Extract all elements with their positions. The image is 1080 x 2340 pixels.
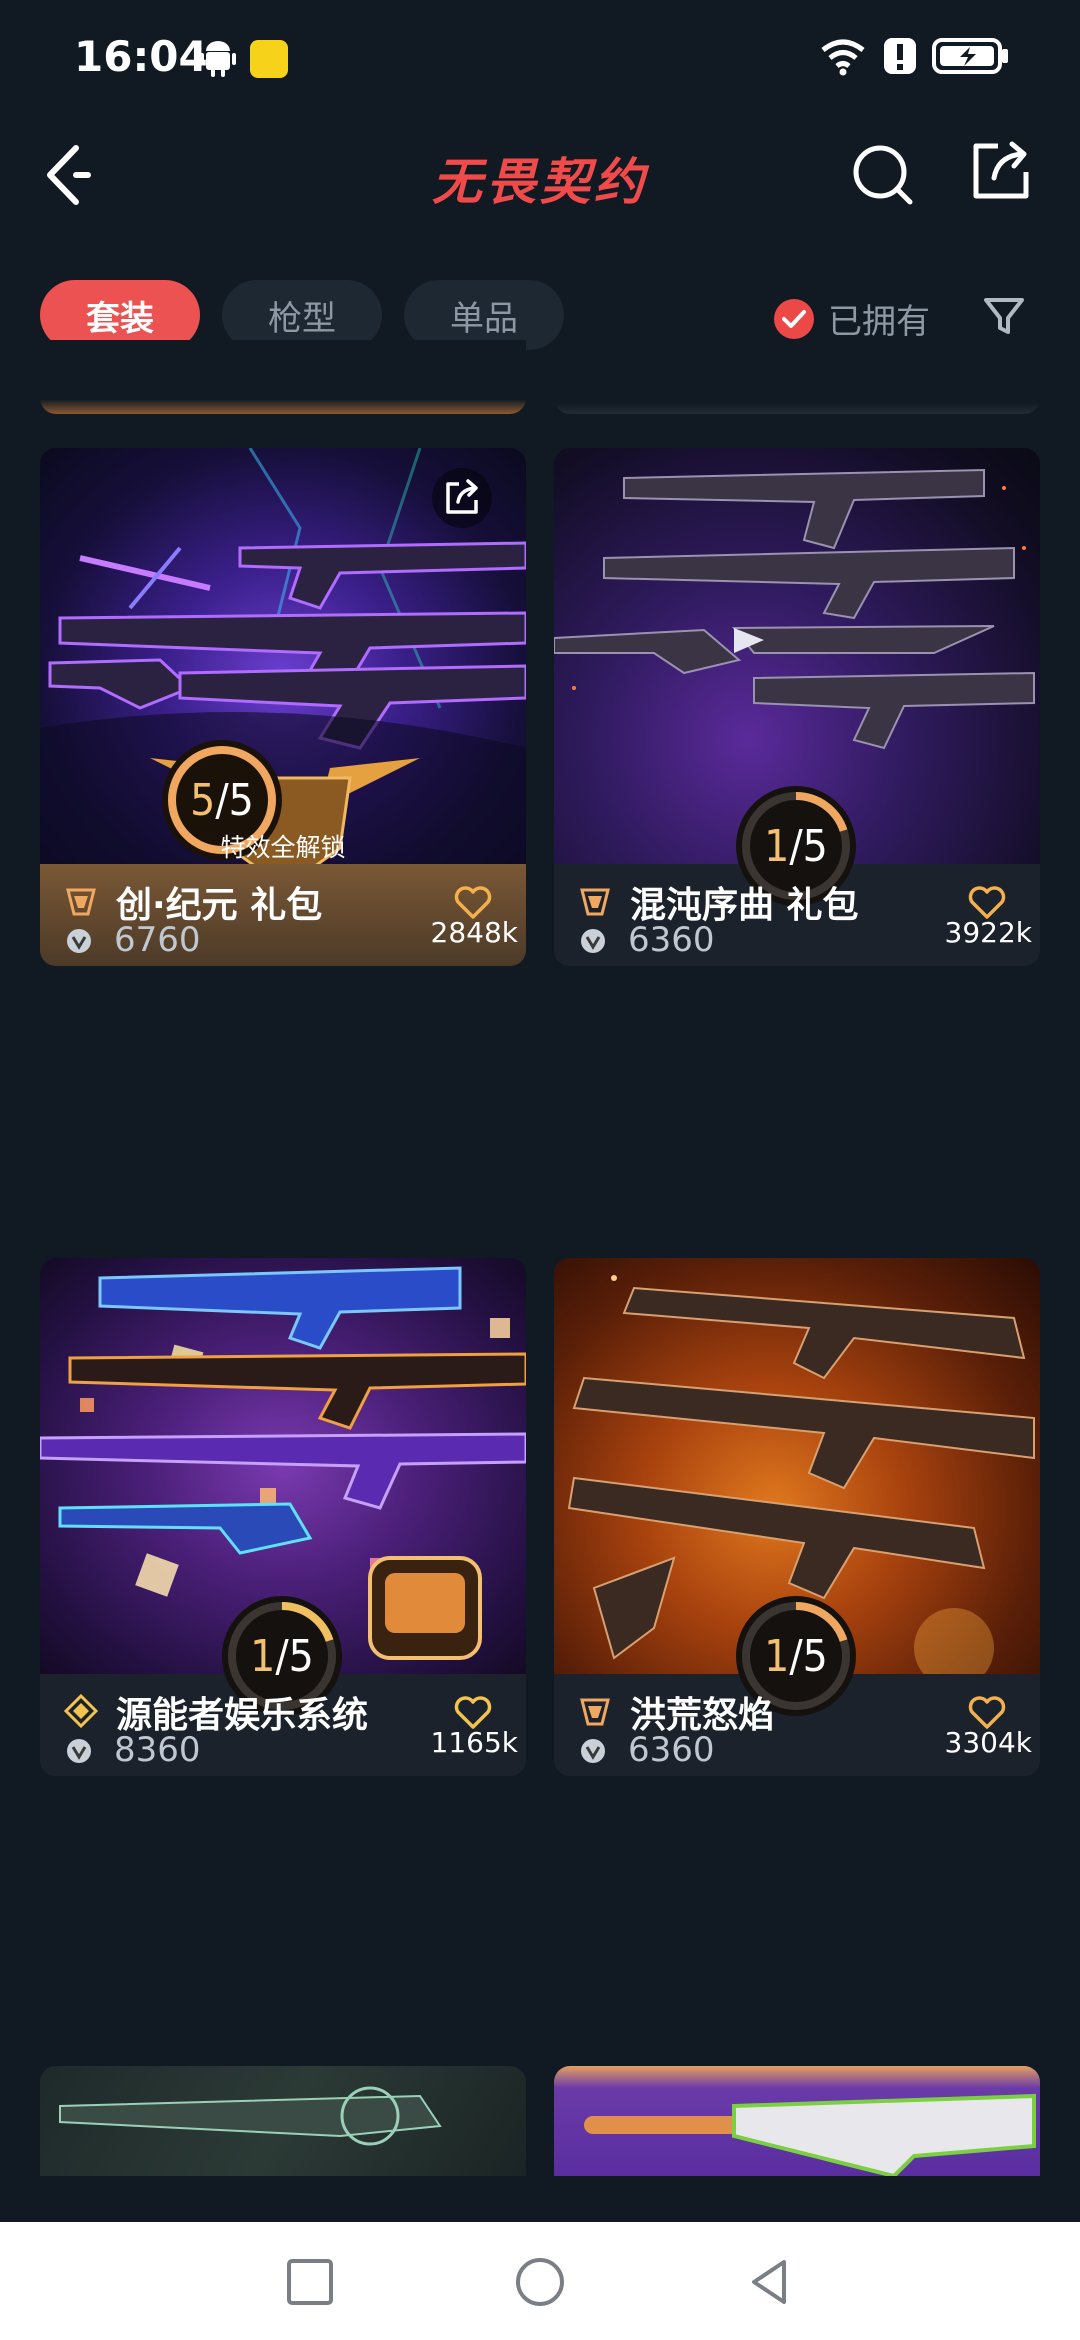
alert-icon — [884, 38, 916, 74]
nav-bar: 无畏契约 — [0, 120, 1080, 230]
vp-coin-icon — [67, 1739, 91, 1763]
tier-icon — [580, 888, 610, 916]
status-bar: 16:04 — [0, 0, 1080, 120]
tier-icon — [580, 1698, 610, 1726]
previous-card-peek[interactable] — [554, 340, 1040, 414]
owned-toggle[interactable]: 已拥有 — [774, 294, 930, 343]
tier-icon — [64, 1694, 98, 1728]
weapon-art — [584, 2093, 1036, 2176]
app-notification-icon — [250, 40, 288, 78]
page-title: 无畏契约 — [432, 153, 648, 211]
bundle-price: 6360 — [628, 1730, 715, 1770]
card-info: 混沌序曲 礼包 6360 3922k — [554, 864, 1040, 966]
heart-icon[interactable] — [454, 1694, 492, 1730]
battery-icon — [932, 38, 1008, 74]
vp-coin-icon — [581, 929, 605, 953]
unlock-label: 特效全解锁 — [220, 833, 346, 862]
card-info: 源能者娱乐系统 8360 1165k — [40, 1674, 526, 1776]
triangle-back-icon[interactable] — [744, 2256, 796, 2308]
check-icon[interactable] — [774, 298, 814, 339]
android-icon — [200, 41, 236, 77]
progress-current: 5 — [190, 774, 216, 826]
tier-icon — [66, 888, 96, 916]
wifi-icon — [821, 39, 865, 76]
next-card-peek[interactable] — [40, 2066, 526, 2176]
heart-icon[interactable] — [968, 1694, 1006, 1730]
heart-icon[interactable] — [454, 884, 492, 920]
bundle-price: 8360 — [114, 1730, 201, 1770]
status-indicators — [818, 36, 1010, 76]
search-icon[interactable] — [850, 142, 914, 206]
system-nav-bar — [0, 2222, 1080, 2340]
next-card-peek[interactable] — [554, 2066, 1040, 2176]
status-time: 16:04 — [74, 32, 208, 81]
progress-total: 5 — [228, 774, 254, 826]
bundle-card[interactable]: 1/5 源能者娱乐系统 8360 1165k — [40, 1258, 526, 1776]
weapon-art — [59, 2086, 442, 2146]
heart-icon[interactable] — [968, 884, 1006, 920]
previous-card-peek[interactable] — [40, 340, 526, 414]
circle-icon[interactable] — [514, 2256, 566, 2308]
vp-coin-icon — [581, 1739, 605, 1763]
share-icon — [446, 479, 478, 514]
bundle-price: 6760 — [114, 920, 201, 960]
bundle-card[interactable]: 1/5 混沌序曲 礼包 6360 3922k — [554, 448, 1040, 966]
owned-label: 已拥有 — [828, 302, 930, 342]
card-info: 洪荒怒焰 6360 3304k — [554, 1674, 1040, 1776]
bundle-card[interactable]: 5/5 特效全解锁 创·纪元 礼包 6760 2848k — [40, 448, 526, 966]
like-count: 2848k — [430, 916, 518, 949]
bundle-card[interactable]: 1/5 洪荒怒焰 6360 3304k — [554, 1258, 1040, 1776]
like-count: 3304k — [944, 1726, 1032, 1759]
bundle-price: 6360 — [628, 920, 715, 960]
square-icon[interactable] — [284, 2256, 336, 2308]
card-info: 创·纪元 礼包 6760 2848k — [40, 864, 526, 966]
card-share-button[interactable] — [432, 468, 492, 528]
vp-coin-icon — [67, 929, 91, 953]
share-icon[interactable] — [970, 140, 1032, 202]
filter-icon[interactable] — [982, 294, 1026, 338]
like-count: 3922k — [944, 916, 1032, 949]
like-count: 1165k — [430, 1726, 518, 1759]
